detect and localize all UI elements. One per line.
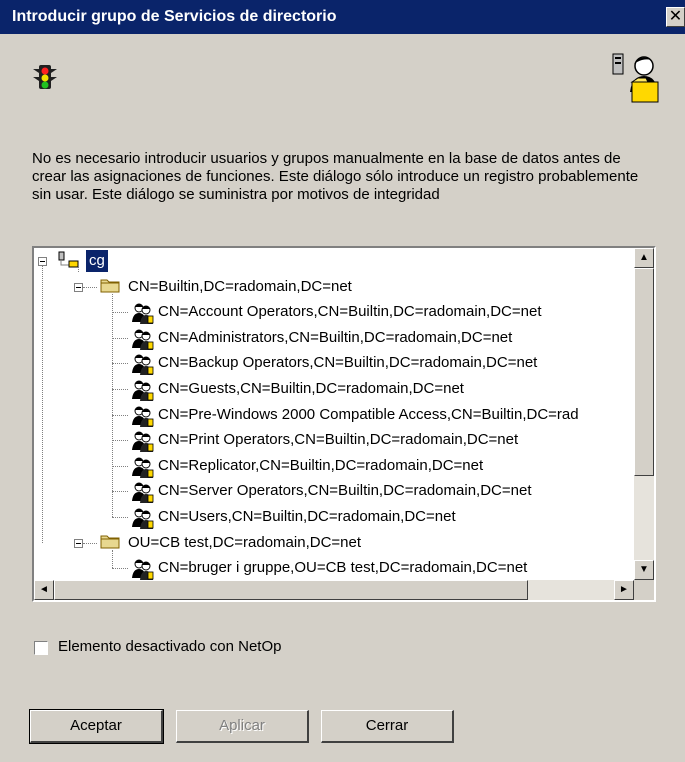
horizontal-scrollbar[interactable]: ◄ ► bbox=[34, 580, 634, 600]
traffic-light-icon bbox=[33, 65, 57, 89]
folder-icon bbox=[100, 533, 120, 556]
tree-connector bbox=[78, 266, 79, 272]
description-text: No es necesario introducir usuarios y gr… bbox=[32, 150, 639, 203]
tree-node-label: CN=Administrators,CN=Builtin,DC=radomain… bbox=[158, 328, 513, 346]
close-button[interactable]: Cerrar bbox=[321, 710, 454, 743]
tree-connector bbox=[112, 491, 128, 493]
tree-node-label: CN=Account Operators,CN=Builtin,DC=radom… bbox=[158, 303, 542, 321]
directory-tree[interactable]: cg CN=Builtin,DC=radomain,DC=net CN=Accoun… bbox=[32, 246, 656, 602]
tree-node-label: CN=Server Operators,CN=Builtin,DC=radoma… bbox=[158, 482, 532, 500]
tree-connector bbox=[83, 286, 97, 288]
scroll-right-button[interactable]: ► bbox=[614, 580, 634, 600]
vertical-scrollbar[interactable]: ▲ ▼ bbox=[634, 248, 654, 580]
netop-disabled-checkbox[interactable] bbox=[34, 641, 48, 655]
tree-connector bbox=[112, 293, 113, 517]
collapse-toggle[interactable] bbox=[74, 538, 83, 548]
tree-node-label: OU=CB test,DC=radomain,DC=net bbox=[128, 533, 362, 551]
tree-content[interactable]: cg CN=Builtin,DC=radomain,DC=net CN=Accoun… bbox=[34, 248, 634, 580]
tree-node-label: CN=Builtin,DC=radomain,DC=net bbox=[128, 277, 352, 295]
tree-connector bbox=[112, 465, 128, 467]
tree-node-label: CN=bruger i gruppe,OU=CB test,DC=radomai… bbox=[158, 559, 528, 577]
scroll-up-button[interactable]: ▲ bbox=[634, 248, 654, 268]
vertical-scroll-thumb[interactable] bbox=[634, 268, 654, 476]
apply-button[interactable]: Aplicar bbox=[176, 710, 309, 743]
scroll-down-button[interactable]: ▼ bbox=[634, 560, 654, 580]
tree-node-label: CN=Guests,CN=Builtin,DC=radomain,DC=net bbox=[158, 380, 464, 397]
tree-node-label: CN=Backup Operators,CN=Builtin,DC=radoma… bbox=[158, 354, 538, 372]
tree-node-label: CN=Pre-Windows 2000 Compatible Access,CN… bbox=[158, 405, 579, 423]
tree-connector bbox=[112, 414, 128, 416]
window-title: Introducir grupo de Servicios de directo… bbox=[12, 8, 337, 25]
tree-node-label: CN=Users,CN=Builtin,DC=radomain,DC=net bbox=[158, 508, 456, 525]
tree-connector bbox=[112, 389, 128, 390]
accept-button[interactable]: Aceptar bbox=[29, 709, 164, 744]
scroll-left-button[interactable]: ◄ bbox=[34, 580, 54, 600]
tree-node-label: cg bbox=[86, 250, 108, 272]
folder-icon bbox=[100, 277, 120, 300]
netop-disabled-label: Elemento desactivado con NetOp bbox=[58, 638, 282, 655]
tree-connector bbox=[112, 517, 128, 518]
tree-connector bbox=[112, 312, 128, 314]
group-icon bbox=[130, 558, 154, 580]
user-folder-icon bbox=[612, 53, 659, 103]
tree-node-label: CN=Print Operators,CN=Builtin,DC=radomai… bbox=[158, 431, 519, 449]
tree-connector bbox=[112, 337, 128, 339]
horizontal-scroll-thumb[interactable] bbox=[54, 580, 528, 600]
tree-node-label: CN=Replicator,CN=Builtin,DC=radomain,DC=… bbox=[158, 456, 484, 474]
collapse-toggle[interactable] bbox=[74, 282, 83, 292]
close-icon[interactable]: ✕ bbox=[666, 7, 685, 27]
tree-connector bbox=[83, 542, 97, 544]
title-bar: Introducir grupo de Servicios de directo… bbox=[0, 0, 685, 34]
tree-connector bbox=[112, 440, 128, 442]
tree-connector bbox=[112, 549, 113, 569]
collapse-toggle[interactable] bbox=[38, 257, 47, 266]
tree-connector bbox=[112, 363, 128, 365]
tree-connector bbox=[112, 568, 128, 570]
network-icon bbox=[58, 251, 80, 276]
tree-connector bbox=[42, 266, 43, 543]
scrollbar-corner bbox=[634, 580, 654, 600]
